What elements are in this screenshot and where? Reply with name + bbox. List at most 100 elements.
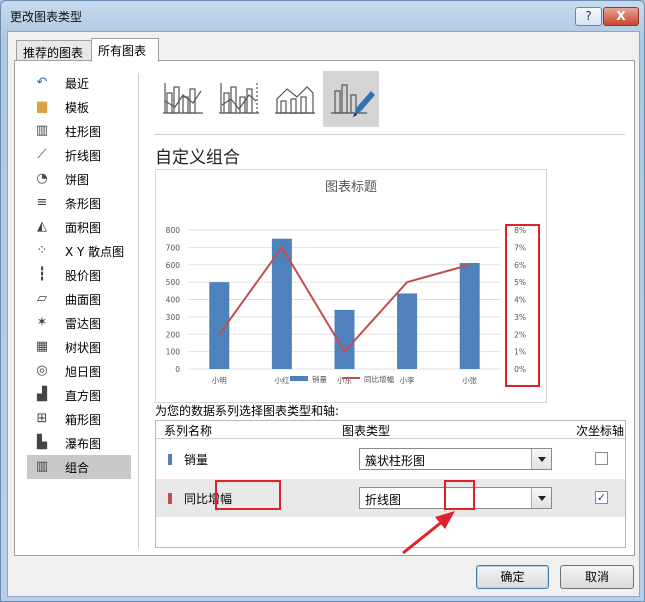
sidebar-item-label: 箱形图	[65, 412, 102, 427]
y-tick-label: 0	[175, 365, 180, 374]
sidebar-item-area-chart[interactable]: ◭ 面积图	[27, 215, 131, 239]
section-heading: 自定义组合	[155, 148, 240, 168]
sidebar-item-label: 瀑布图	[65, 436, 102, 451]
series-row-sales: 销量 簇状柱形图	[156, 440, 625, 478]
sidebar-item-label: 雷达图	[65, 316, 102, 331]
sidebar-item-waterfall-chart[interactable]: ▙ 瀑布图	[27, 431, 131, 455]
sidebar-item-stock-chart[interactable]: ┇ 股价图	[27, 263, 131, 287]
sidebar-item-radar-chart[interactable]: ✶ 雷达图	[27, 311, 131, 335]
chart-preview: 图表标题 0 100 200 300 400 500 600 700 800 0% 1% 2% 3% 4% 5…	[155, 169, 547, 403]
legend-swatch	[290, 376, 308, 381]
chevron-down-icon[interactable]	[531, 449, 551, 469]
sidebar-item-label: 组合	[65, 460, 90, 475]
series-color-swatch	[168, 493, 172, 504]
ok-button[interactable]: 确定	[476, 565, 549, 589]
dialog-title: 更改图表类型	[10, 10, 83, 24]
x-tick-label: 小张	[462, 376, 477, 385]
sidebar-item-label: 股价图	[65, 268, 102, 283]
header-secondary-axis: 次坐标轴	[576, 424, 625, 438]
sidebar-item-combo-chart[interactable]: ▥ 组合	[27, 455, 131, 479]
folder-icon: ▆	[37, 99, 47, 114]
sidebar-item-column-chart[interactable]: ▥ 柱形图	[27, 119, 131, 143]
divider	[155, 134, 625, 135]
secondary-axis-checkbox[interactable]	[595, 452, 608, 465]
sidebar-item-label: 模板	[65, 100, 90, 115]
y-tick-label: 800	[166, 226, 181, 235]
title-bar: 更改图表类型 ? X	[1, 1, 644, 29]
x-tick-label: 小李	[400, 375, 415, 385]
sidebar-item-label: 旭日图	[65, 364, 102, 379]
sidebar-item-recent[interactable]: ↶ 最近	[27, 71, 131, 95]
sidebar-item-histogram-chart[interactable]: ▟ 直方图	[27, 383, 131, 407]
line-chart-icon: ⟋	[37, 147, 47, 162]
radar-chart-icon: ✶	[36, 315, 48, 330]
series-color-swatch	[168, 454, 172, 465]
sidebar-item-label: 饼图	[65, 172, 90, 187]
sidebar-item-label: 树状图	[65, 340, 102, 355]
series-name: 销量	[184, 453, 209, 467]
close-button[interactable]: X	[603, 7, 639, 26]
clustered-column-line-icon[interactable]	[155, 71, 211, 127]
combo-chart: 图表标题01002003004005006007008000%1%2%3%4%5…	[166, 180, 526, 385]
stacked-area-column-icon[interactable]	[267, 71, 323, 127]
divider	[138, 73, 139, 549]
custom-combo-icon[interactable]	[323, 71, 379, 127]
chart-type-highlight	[215, 480, 281, 510]
sidebar-item-label: 条形图	[65, 196, 102, 211]
sidebar-item-label: 柱形图	[65, 124, 102, 139]
x-tick-label: 小东	[337, 375, 352, 385]
legend-label: 销量	[312, 374, 327, 384]
header-series-name: 系列名称	[164, 424, 213, 438]
chevron-down-icon[interactable]	[531, 488, 551, 508]
combo-chart-icon: ▥	[35, 459, 49, 474]
sidebar-item-label: 直方图	[65, 388, 102, 403]
sidebar-item-surface-chart[interactable]: ▱ 曲面图	[27, 287, 131, 311]
all-charts-panel: ↶ 最近 ▆ 模板 ▥ 柱形图 ⟋ 折线图 ◔ 饼图 ≡ 条形图 ◭ 面积图 ⁘ X Y 散点图 ┇ 股价图 ▱ 曲面…	[14, 60, 635, 556]
legend-label: 同比增幅	[364, 374, 394, 384]
waterfall-chart-icon: ▙	[37, 435, 47, 450]
sidebar-item-bar-chart[interactable]: ≡ 条形图	[27, 191, 131, 215]
secondary-axis-checkbox[interactable]: ✓	[595, 491, 608, 504]
tab-recommended-charts[interactable]: 推荐的图表	[16, 40, 92, 60]
histogram-chart-icon: ▟	[37, 387, 47, 402]
chart-title: 图表标题	[325, 180, 377, 195]
y-tick-label: 700	[166, 243, 181, 252]
recent-icon: ↶	[36, 75, 48, 90]
sidebar-item-sunburst-chart[interactable]: ◎ 旭日图	[27, 359, 131, 383]
sidebar-item-label: 最近	[65, 76, 90, 91]
surface-chart-icon: ▱	[37, 291, 47, 306]
chart-type-select[interactable]: 簇状柱形图	[359, 448, 552, 470]
y-tick-label: 600	[166, 261, 181, 270]
series-grid-header: 系列名称 图表类型 次坐标轴	[156, 421, 625, 439]
pie-chart-icon: ◔	[36, 171, 48, 186]
secondary-axis-highlight	[505, 224, 540, 387]
y-tick-label: 400	[166, 296, 181, 305]
clustered-column-line-secondary-icon[interactable]	[211, 71, 267, 127]
sidebar-item-scatter-chart[interactable]: ⁘ X Y 散点图	[27, 239, 131, 263]
chart-category-list: ↶ 最近 ▆ 模板 ▥ 柱形图 ⟋ 折线图 ◔ 饼图 ≡ 条形图 ◭ 面积图 ⁘ X Y 散点图 ┇ 股价图 ▱ 曲面…	[27, 71, 131, 479]
box-chart-icon: ⊞	[36, 411, 48, 426]
sidebar-item-line-chart[interactable]: ⟋ 折线图	[27, 143, 131, 167]
tab-all-charts[interactable]: 所有图表	[91, 38, 159, 62]
arrow-annotation-icon	[402, 511, 455, 555]
y-tick-label: 500	[166, 278, 181, 287]
header-chart-type: 图表类型	[342, 424, 391, 438]
series-section-label: 为您的数据系列选择图表类型和轴:	[155, 404, 340, 418]
cancel-button[interactable]: 取消	[560, 565, 634, 589]
sidebar-item-pie-chart[interactable]: ◔ 饼图	[27, 167, 131, 191]
sunburst-chart-icon: ◎	[36, 363, 48, 378]
sidebar-item-box-chart[interactable]: ⊞ 箱形图	[27, 407, 131, 431]
treemap-chart-icon: ▦	[35, 339, 49, 354]
help-button[interactable]: ?	[575, 7, 602, 26]
sidebar-item-label: 面积图	[65, 220, 102, 235]
sidebar-item-folder[interactable]: ▆ 模板	[27, 95, 131, 119]
x-tick-label: 小红	[274, 375, 289, 385]
stock-chart-icon: ┇	[38, 267, 46, 282]
sidebar-item-label: 折线图	[65, 148, 102, 163]
sidebar-item-label: X Y 散点图	[65, 244, 125, 259]
y-tick-label: 100	[166, 348, 181, 357]
x-tick-label: 小明	[212, 376, 227, 385]
sidebar-item-label: 曲面图	[65, 292, 102, 307]
column-chart-icon: ▥	[35, 123, 49, 138]
sidebar-item-treemap-chart[interactable]: ▦ 树状图	[27, 335, 131, 359]
